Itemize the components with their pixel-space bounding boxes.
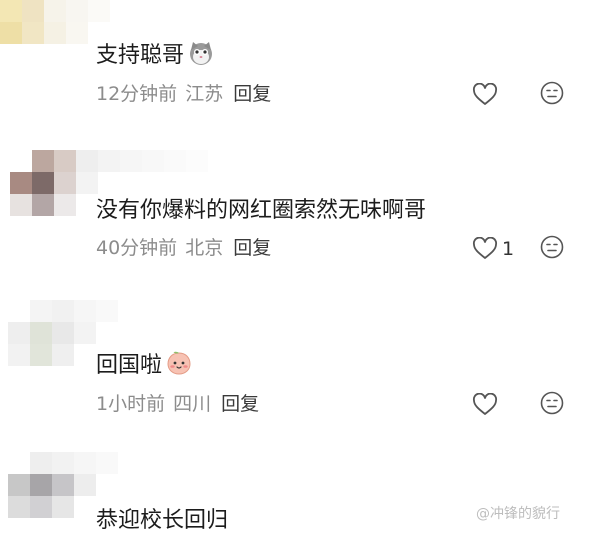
avatar[interactable]: [0, 0, 198, 44]
comment-meta: 40分钟前 北京 回复: [96, 235, 271, 261]
comment-meta: 12分钟前 江苏 回复: [96, 81, 271, 107]
comment-text: 恭迎校长回归: [96, 508, 229, 533]
neutral-face-icon: [540, 391, 564, 415]
comment-text: 没有你爆料的网红圈索然无味啊哥: [96, 198, 427, 223]
comment-location: 四川: [173, 393, 212, 415]
comment-time: 1小时前: [96, 393, 166, 415]
like-count: 1: [502, 238, 515, 260]
comment-text: 支持聪哥: [96, 40, 214, 71]
heart-icon: [473, 83, 497, 105]
comment-actions: 1: [472, 235, 564, 263]
heart-icon: [473, 393, 497, 415]
reply-button[interactable]: 回复: [221, 393, 259, 415]
like-button[interactable]: [472, 393, 532, 417]
reply-button[interactable]: 回复: [233, 83, 271, 105]
neutral-face-icon: [540, 81, 564, 105]
like-button[interactable]: 1: [472, 237, 532, 261]
comment-location: 江苏: [185, 83, 224, 105]
peach-blush-face-icon: [167, 351, 191, 375]
comment-meta: 1小时前 四川 回复: [96, 391, 259, 417]
comment-text: 回国啦: [96, 350, 192, 381]
like-button[interactable]: [472, 83, 532, 107]
comment-actions: [472, 81, 564, 109]
comment-actions: [472, 391, 564, 419]
reply-button[interactable]: 回复: [233, 237, 271, 259]
comment-time: 12分钟前: [96, 83, 178, 105]
dislike-button[interactable]: [540, 235, 564, 263]
comment-location: 北京: [185, 237, 224, 259]
watermark: @冲锋的貌行: [476, 506, 560, 522]
dislike-button[interactable]: [540, 391, 564, 419]
neutral-face-icon: [540, 235, 564, 259]
cat-face-icon: [190, 42, 213, 65]
dislike-button[interactable]: [540, 81, 564, 109]
comment-time: 40分钟前: [96, 237, 178, 259]
heart-icon: [473, 237, 497, 259]
